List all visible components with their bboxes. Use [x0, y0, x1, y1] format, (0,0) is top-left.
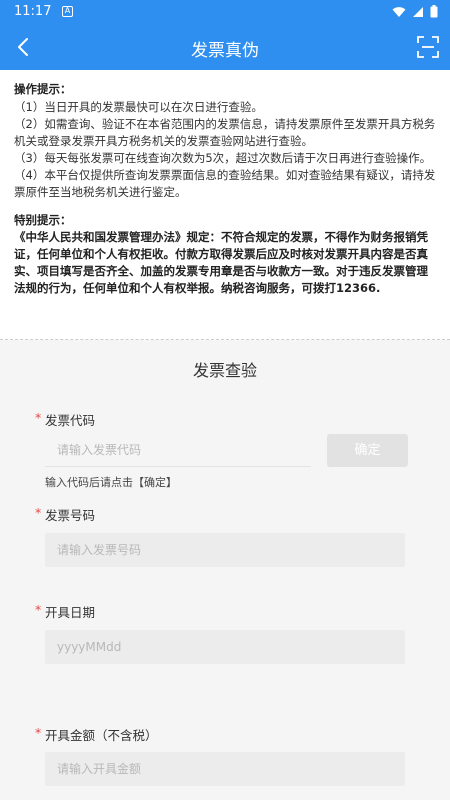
app-bar: 发票真伪 [0, 24, 450, 70]
tips-heading: 操作提示： [14, 82, 72, 96]
required-mark: * [35, 505, 42, 520]
issue-date-label: * 开具日期 [35, 602, 96, 621]
amount-input[interactable] [45, 752, 405, 786]
amount-label-text: 开具金额（不含税） [45, 728, 158, 743]
battery-icon [430, 5, 438, 18]
invoice-code-label-text: 发票代码 [45, 413, 96, 428]
invoice-number-field [45, 533, 405, 567]
issue-date-label-text: 开具日期 [45, 605, 96, 620]
invoice-code-label: * 发票代码 [35, 410, 96, 429]
invoice-number-label: * 发票号码 [35, 505, 96, 524]
signal-icon [413, 6, 423, 17]
required-mark: * [35, 725, 42, 740]
required-mark: * [35, 602, 42, 617]
notification-icon: A [62, 6, 73, 17]
issue-date-field [45, 630, 405, 664]
invoice-number-label-text: 发票号码 [45, 508, 96, 523]
tips-panel: 操作提示： （1）当日开具的发票最快可以在次日进行查验。 （2）如需查询、验证不… [0, 70, 450, 340]
wifi-icon [392, 6, 406, 17]
amount-label: * 开具金额（不含税） [35, 725, 158, 744]
tip-item-4: （4）本平台仅提供所查询发票票面信息的查验结果。如对查验结果有疑议，请持发票原件… [14, 168, 436, 199]
invoice-code-field [45, 434, 311, 467]
status-icons [392, 5, 438, 18]
special-tips-heading: 特别提示： [14, 213, 72, 227]
status-time: 11:17 [14, 4, 52, 19]
status-bar: 11:17 A [0, 0, 450, 24]
scan-icon[interactable] [416, 35, 440, 59]
invoice-number-input[interactable] [45, 533, 405, 567]
issue-date-input[interactable] [45, 630, 405, 664]
tip-item-1: （1）当日开具的发票最快可以在次日进行查验。 [14, 100, 263, 114]
invoice-code-hint: 输入代码后请点击【确定】 [45, 476, 177, 489]
special-tips-text: 《中华人民共和国发票管理办法》规定：不符合规定的发票，不得作为财务报销凭证，任何… [14, 230, 428, 295]
invoice-code-input[interactable] [45, 434, 311, 466]
tip-item-3: （3）每天每张发票可在线查询次数为5次，超过次数后请于次日再进行查验操作。 [14, 151, 432, 165]
required-mark: * [35, 410, 42, 425]
form-title: 发票查验 [192, 361, 257, 380]
amount-field [45, 752, 405, 786]
page-title: 发票真伪 [191, 41, 259, 61]
confirm-button[interactable]: 确定 [327, 434, 408, 467]
tip-item-2: （2）如需查询、验证不在本省范围内的发票信息，请持发票原件至发票开具方税务机关或… [14, 117, 436, 148]
